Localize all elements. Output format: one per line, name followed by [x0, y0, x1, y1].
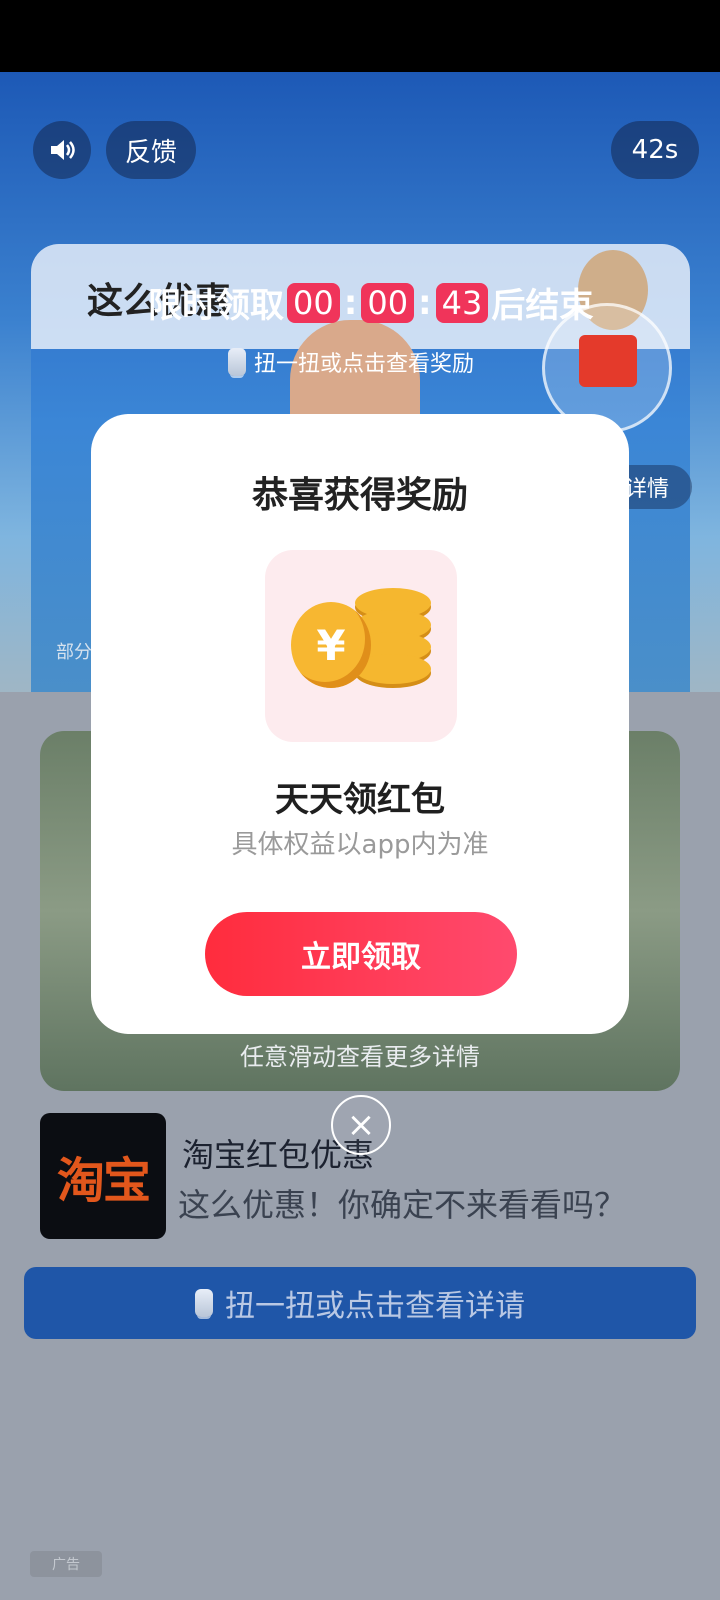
claim-button[interactable]: 立即领取 — [205, 912, 517, 996]
speaker-icon — [51, 140, 75, 160]
feedback-button[interactable]: 反馈 — [106, 121, 196, 179]
gift-icon — [579, 335, 637, 387]
shake-hint-label: 扭一扭或点击查看奖励 — [254, 352, 475, 377]
cta-label: 扭一扭或点击查看详请 — [225, 1289, 525, 1324]
shake-hint[interactable]: 扭一扭或点击查看奖励 — [228, 346, 474, 378]
detail-chip-label: 详情 — [624, 477, 669, 502]
countdown-seconds: 43 — [435, 282, 489, 323]
swipe-hint: 任意滑动查看更多详情 — [240, 1043, 480, 1071]
phone-shake-icon — [195, 1289, 213, 1317]
ad-badge-label: 广告 — [52, 1557, 80, 1573]
countdown-hours: 00 — [287, 282, 340, 323]
claim-button-label: 立即领取 — [301, 940, 421, 975]
countdown-colon: : — [418, 282, 432, 323]
countdown-prefix: 限时领取 — [148, 286, 284, 326]
sound-button[interactable] — [33, 121, 91, 179]
countdown-minutes: 00 — [361, 282, 415, 323]
feedback-label: 反馈 — [124, 137, 177, 168]
timer-label: 42s — [631, 135, 679, 165]
app-icon[interactable]: 淘宝 — [40, 1113, 166, 1239]
reward-name: 天天领红包 — [275, 780, 445, 820]
ad-badge: 广告 — [30, 1551, 102, 1577]
reward-note: 具体权益以app内为准 — [231, 830, 489, 860]
modal-title: 恭喜获得奖励 — [251, 475, 468, 516]
limited-countdown: 限时领取 00 : 00 : 43 后结束 — [148, 278, 593, 327]
shake-cta-button[interactable]: 扭一扭或点击查看详请 — [24, 1267, 696, 1339]
close-modal-button[interactable]: × — [331, 1095, 391, 1155]
countdown-colon: : — [343, 282, 358, 323]
status-bar — [0, 0, 720, 72]
reward-modal: 恭喜获得奖励 ¥ 天天领红包 具体权益以app内为准 立即领取 — [91, 414, 629, 1034]
yuan-coin-icon: ¥ — [291, 602, 371, 688]
phone-shake-icon — [228, 348, 246, 376]
partial-caption: 部分 — [56, 642, 92, 663]
app-icon-text: 淘宝 — [56, 1153, 151, 1209]
screen: 反馈 42s 这么优惠 限时领取 00 : 00 : 43 后结束 扭一扭或点击… — [0, 0, 720, 1600]
countdown-timer: 42s — [611, 121, 699, 179]
countdown-suffix: 后结束 — [491, 286, 594, 326]
close-icon: × — [346, 1105, 376, 1145]
app-description: 这么优惠！你确定不来看看吗？ — [178, 1186, 627, 1224]
reward-image: ¥ — [265, 550, 457, 742]
